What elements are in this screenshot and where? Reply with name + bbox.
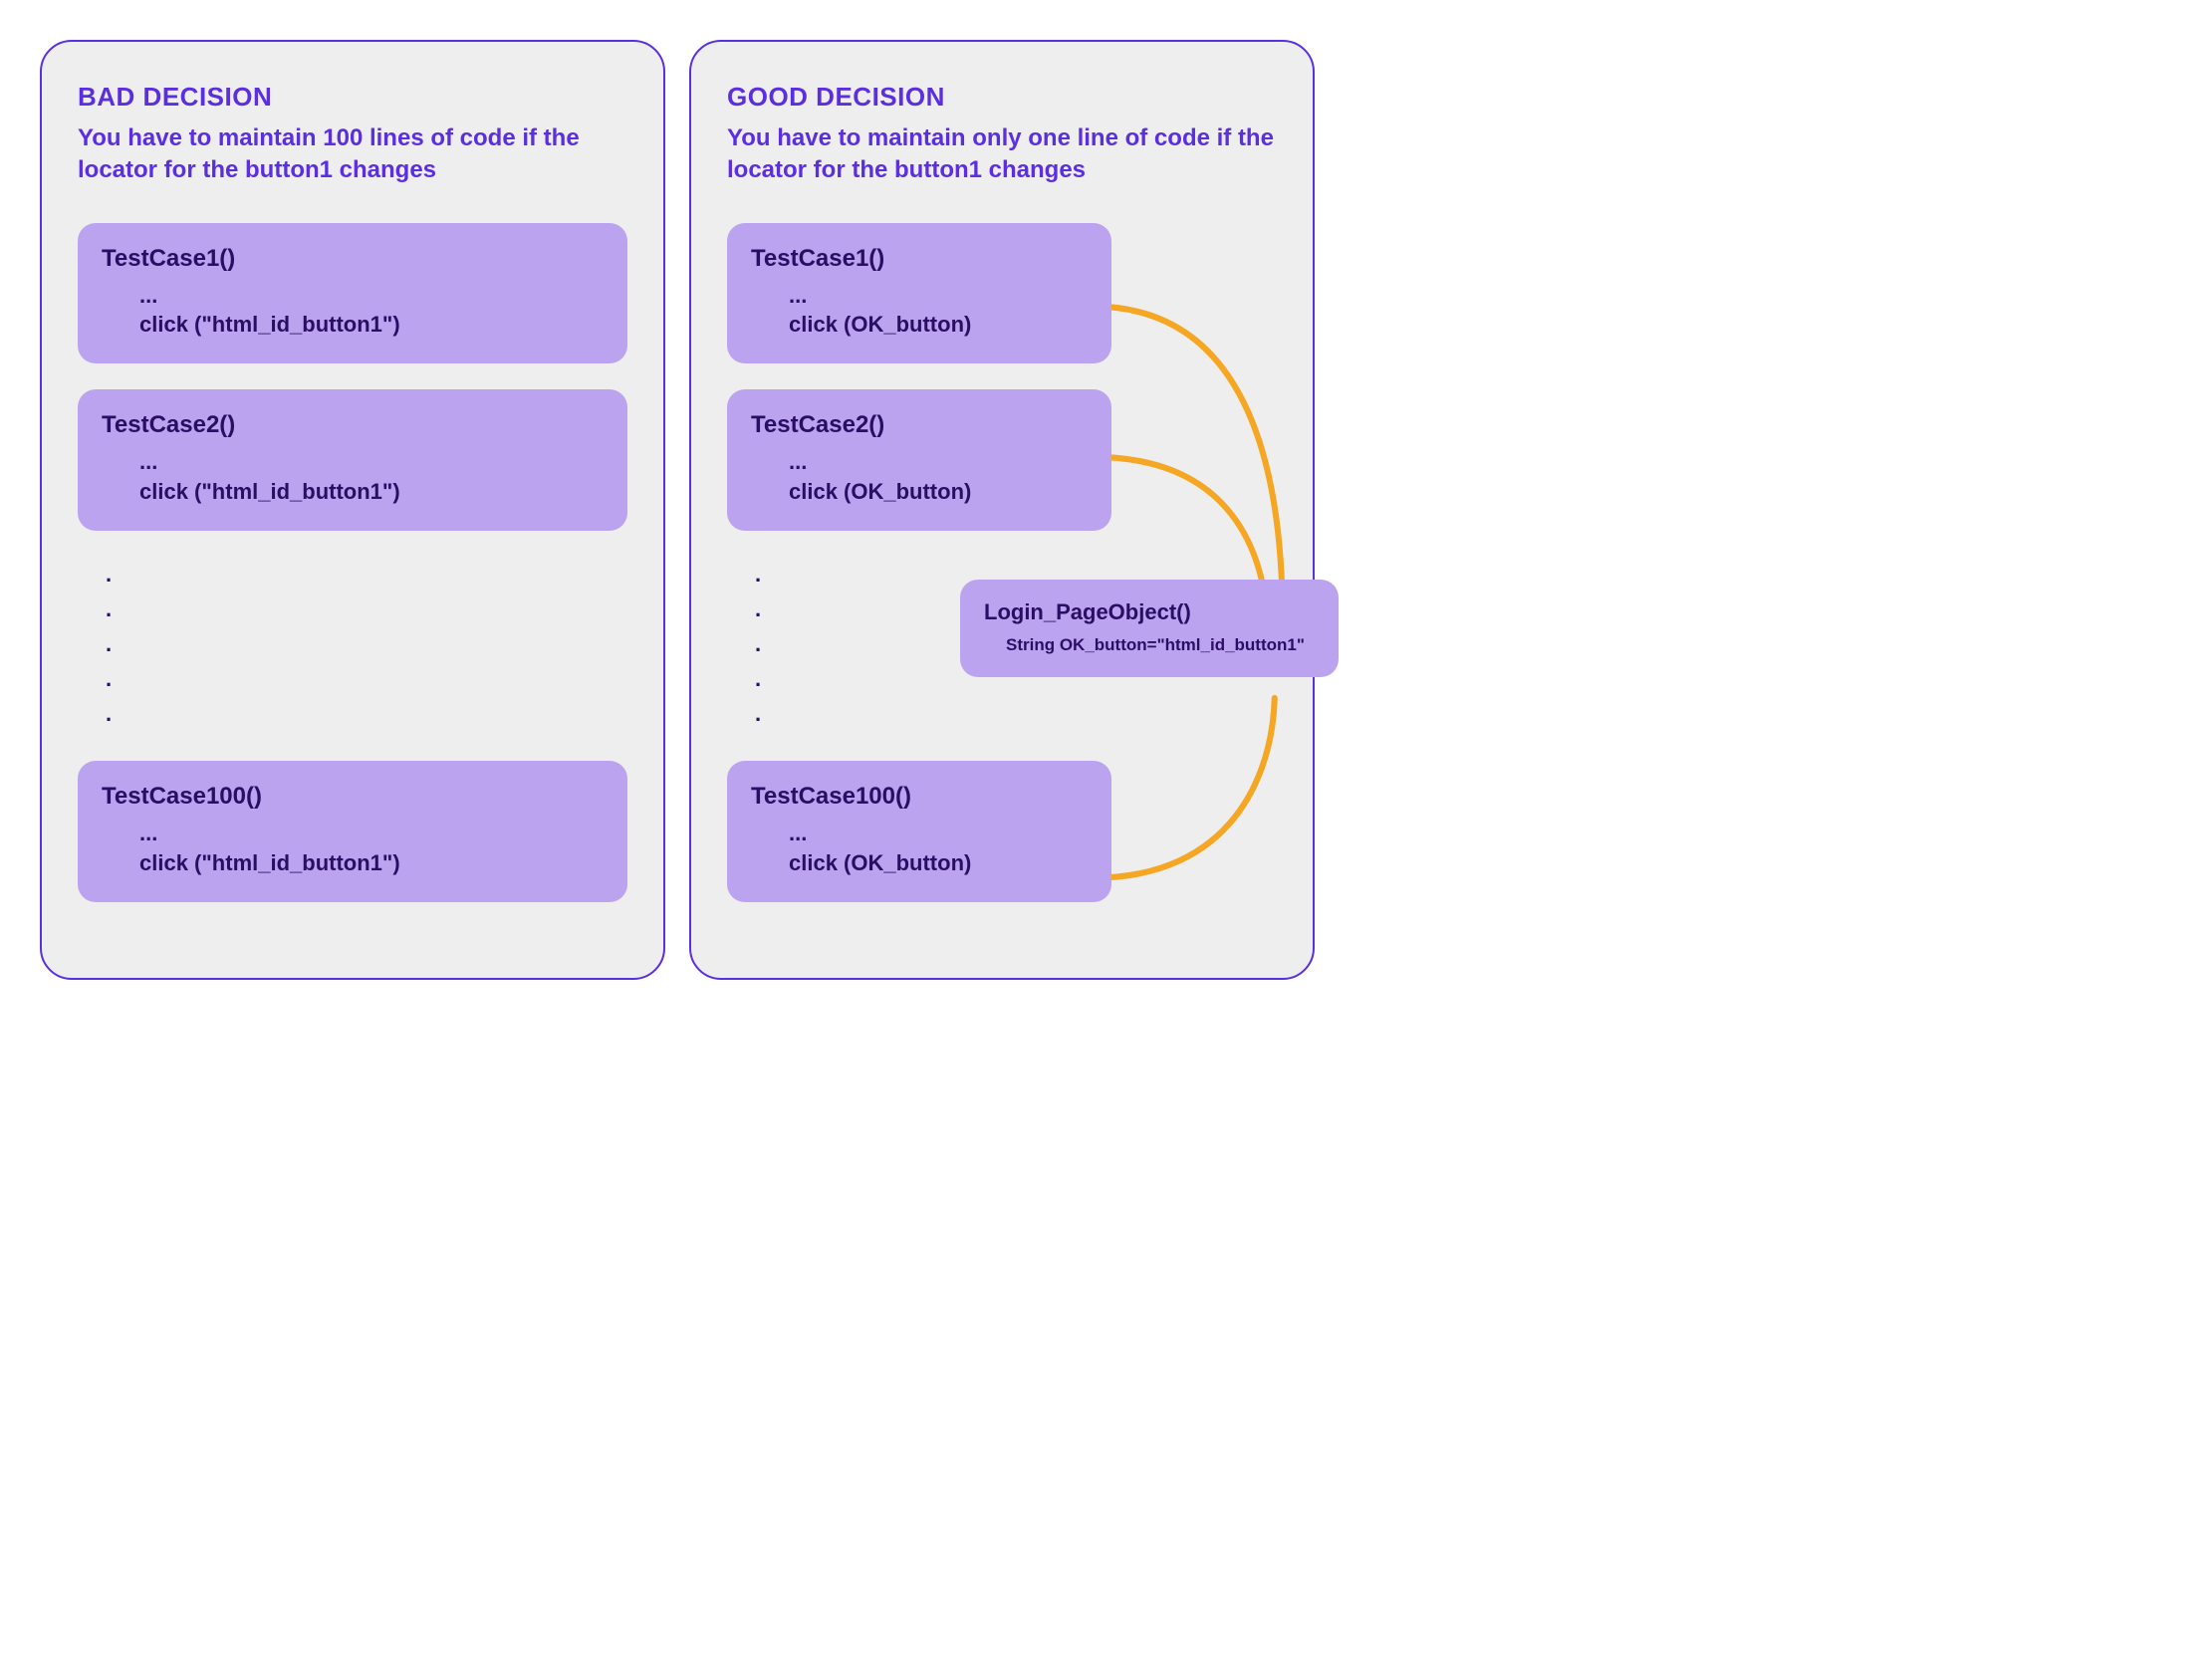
vertical-dots: . . . . . — [727, 557, 1277, 732]
card-title: TestCase1() — [751, 245, 1088, 273]
code-ellipsis: ... — [789, 819, 1088, 848]
bad-decision-panel: BAD DECISION You have to maintain 100 li… — [40, 40, 665, 980]
testcase-card: TestCase100() ... click ("html_id_button… — [78, 761, 627, 901]
dot: . — [755, 591, 1277, 626]
card-code: ... click ("html_id_button1") — [102, 819, 604, 877]
good-panel-title: GOOD DECISION — [727, 82, 1277, 113]
dot: . — [106, 557, 627, 591]
dot: . — [106, 626, 627, 661]
testcase-card: TestCase2() ... click ("html_id_button1"… — [78, 389, 627, 530]
code-ellipsis: ... — [139, 447, 604, 477]
dot: . — [755, 557, 1277, 591]
comparison-container: BAD DECISION You have to maintain 100 li… — [40, 40, 1315, 980]
card-code: ... click (OK_button) — [751, 447, 1088, 506]
code-action: click (OK_button) — [789, 312, 971, 337]
code-action: click ("html_id_button1") — [139, 479, 400, 504]
card-code: ... click ("html_id_button1") — [102, 281, 604, 340]
card-title: TestCase100() — [102, 783, 604, 811]
testcase-card: TestCase1() ... click ("html_id_button1"… — [78, 223, 627, 363]
card-title: TestCase2() — [751, 411, 1088, 439]
card-code: ... click (OK_button) — [751, 281, 1088, 340]
dot: . — [106, 661, 627, 696]
code-ellipsis: ... — [789, 447, 1088, 477]
testcase-card: TestCase100() ... click (OK_button) — [727, 761, 1111, 901]
dot: . — [755, 626, 1277, 661]
card-title: TestCase2() — [102, 411, 604, 439]
card-code: ... click ("html_id_button1") — [102, 447, 604, 506]
testcase-card: TestCase1() ... click (OK_button) — [727, 223, 1111, 363]
good-panel-subtitle: You have to maintain only one line of co… — [727, 122, 1277, 187]
dot: . — [755, 661, 1277, 696]
code-ellipsis: ... — [139, 819, 604, 848]
bad-card-stack: TestCase1() ... click ("html_id_button1"… — [78, 223, 627, 902]
code-ellipsis: ... — [139, 281, 604, 311]
testcase-card: TestCase2() ... click (OK_button) — [727, 389, 1111, 530]
good-card-stack: TestCase1() ... click (OK_button) TestCa… — [727, 223, 1277, 902]
card-title: TestCase1() — [102, 245, 604, 273]
dot: . — [755, 696, 1277, 731]
bad-panel-subtitle: You have to maintain 100 lines of code i… — [78, 122, 627, 187]
bad-panel-title: BAD DECISION — [78, 82, 627, 113]
code-ellipsis: ... — [789, 281, 1088, 311]
code-action: click ("html_id_button1") — [139, 312, 400, 337]
dot: . — [106, 696, 627, 731]
code-action: click (OK_button) — [789, 479, 971, 504]
dot: . — [106, 591, 627, 626]
vertical-dots: . . . . . — [78, 557, 627, 732]
card-code: ... click (OK_button) — [751, 819, 1088, 877]
good-decision-panel: GOOD DECISION You have to maintain only … — [689, 40, 1315, 980]
code-action: click (OK_button) — [789, 850, 971, 875]
card-title: TestCase100() — [751, 783, 1088, 811]
code-action: click ("html_id_button1") — [139, 850, 400, 875]
